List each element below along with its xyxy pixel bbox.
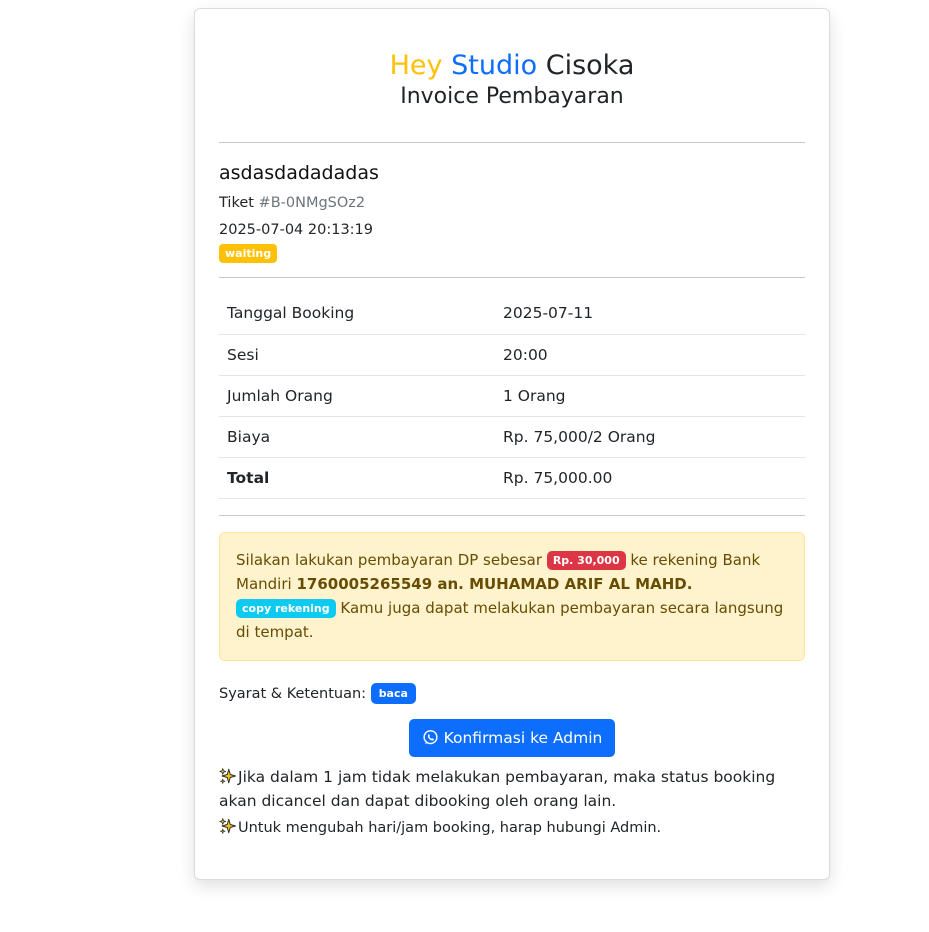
page-title: Invoice Pembayaran bbox=[400, 84, 624, 109]
status-badge: waiting bbox=[219, 244, 278, 263]
table-row: Tanggal Booking 2025-07-11 bbox=[219, 293, 805, 335]
table-row-total: Total Rp. 75,000.00 bbox=[219, 457, 805, 499]
sparkles-icon bbox=[219, 767, 237, 785]
copy-account-button[interactable]: copy rekening bbox=[236, 598, 336, 618]
detail-label: Jumlah Orang bbox=[219, 375, 495, 417]
note-text: Jika dalam 1 jam tidak melakukan pembaya… bbox=[219, 767, 776, 810]
confirm-admin-button[interactable]: Konfirmasi ke Admin bbox=[408, 718, 616, 757]
sparkles-icon bbox=[219, 817, 237, 835]
detail-value: 2025-07-11 bbox=[495, 293, 805, 335]
brand-word-hey: Hey bbox=[389, 50, 443, 81]
terms-read-button[interactable]: baca bbox=[370, 682, 416, 704]
table-row: Jumlah Orang 1 Orang bbox=[219, 375, 805, 417]
note-change-booking: Untuk mengubah hari/jam booking, harap h… bbox=[219, 817, 805, 839]
customer-name: asdasdadadadas bbox=[219, 162, 379, 184]
terms-label: Syarat & Ketentuan: bbox=[219, 685, 367, 702]
table-row: Biaya Rp. 75,000/2 Orang bbox=[219, 416, 805, 458]
detail-value: 20:00 bbox=[495, 334, 805, 376]
table-row: Sesi 20:00 bbox=[219, 334, 805, 376]
detail-value: Rp. 75,000/2 Orang bbox=[495, 416, 805, 458]
detail-label: Sesi bbox=[219, 334, 495, 376]
whatsapp-icon bbox=[422, 729, 439, 746]
booking-datetime: 2025-07-04 20:13:19 bbox=[219, 222, 373, 238]
detail-value: 1 Orang bbox=[495, 375, 805, 417]
brand-word-cisoka: Cisoka bbox=[545, 50, 635, 81]
detail-label: Tanggal Booking bbox=[219, 293, 495, 335]
payment-alert: Silakan lakukan pembayaran DP sebesar Rp… bbox=[219, 531, 805, 661]
note-text: Untuk mengubah hari/jam booking, harap h… bbox=[238, 819, 662, 836]
note-payment-deadline: Jika dalam 1 jam tidak melakukan pembaya… bbox=[219, 765, 805, 813]
detail-label: Biaya bbox=[219, 416, 495, 458]
divider bbox=[219, 142, 805, 143]
divider bbox=[219, 514, 805, 516]
payment-text-1: Silakan lakukan pembayaran DP sebesar bbox=[236, 550, 543, 569]
bank-account: 1760005265549 an. MUHAMAD ARIF AL MAHD. bbox=[296, 574, 693, 593]
brand-word-studio: Studio bbox=[451, 50, 538, 81]
ticket-label: Tiket bbox=[219, 195, 254, 211]
dp-amount-badge: Rp. 30,000 bbox=[546, 550, 626, 570]
detail-value: Rp. 75,000.00 bbox=[495, 457, 805, 499]
confirm-wrap: Konfirmasi ke Admin bbox=[219, 718, 805, 757]
confirm-admin-label: Konfirmasi ke Admin bbox=[443, 728, 603, 747]
invoice-card: Hey Studio Cisoka Invoice Pembayaran asd… bbox=[194, 8, 830, 880]
terms-line: Syarat & Ketentuan: baca bbox=[219, 682, 805, 705]
ticket-code: #B-0NMgSOz2 bbox=[258, 195, 366, 211]
brand-title: Hey Studio Cisoka bbox=[219, 49, 805, 83]
booking-details-table: Tanggal Booking 2025-07-11 Sesi 20:00 Ju… bbox=[219, 293, 805, 499]
detail-label: Total bbox=[219, 457, 495, 499]
ticket-line: Tiket #B-0NMgSOz2 bbox=[219, 192, 805, 214]
divider bbox=[219, 277, 805, 278]
